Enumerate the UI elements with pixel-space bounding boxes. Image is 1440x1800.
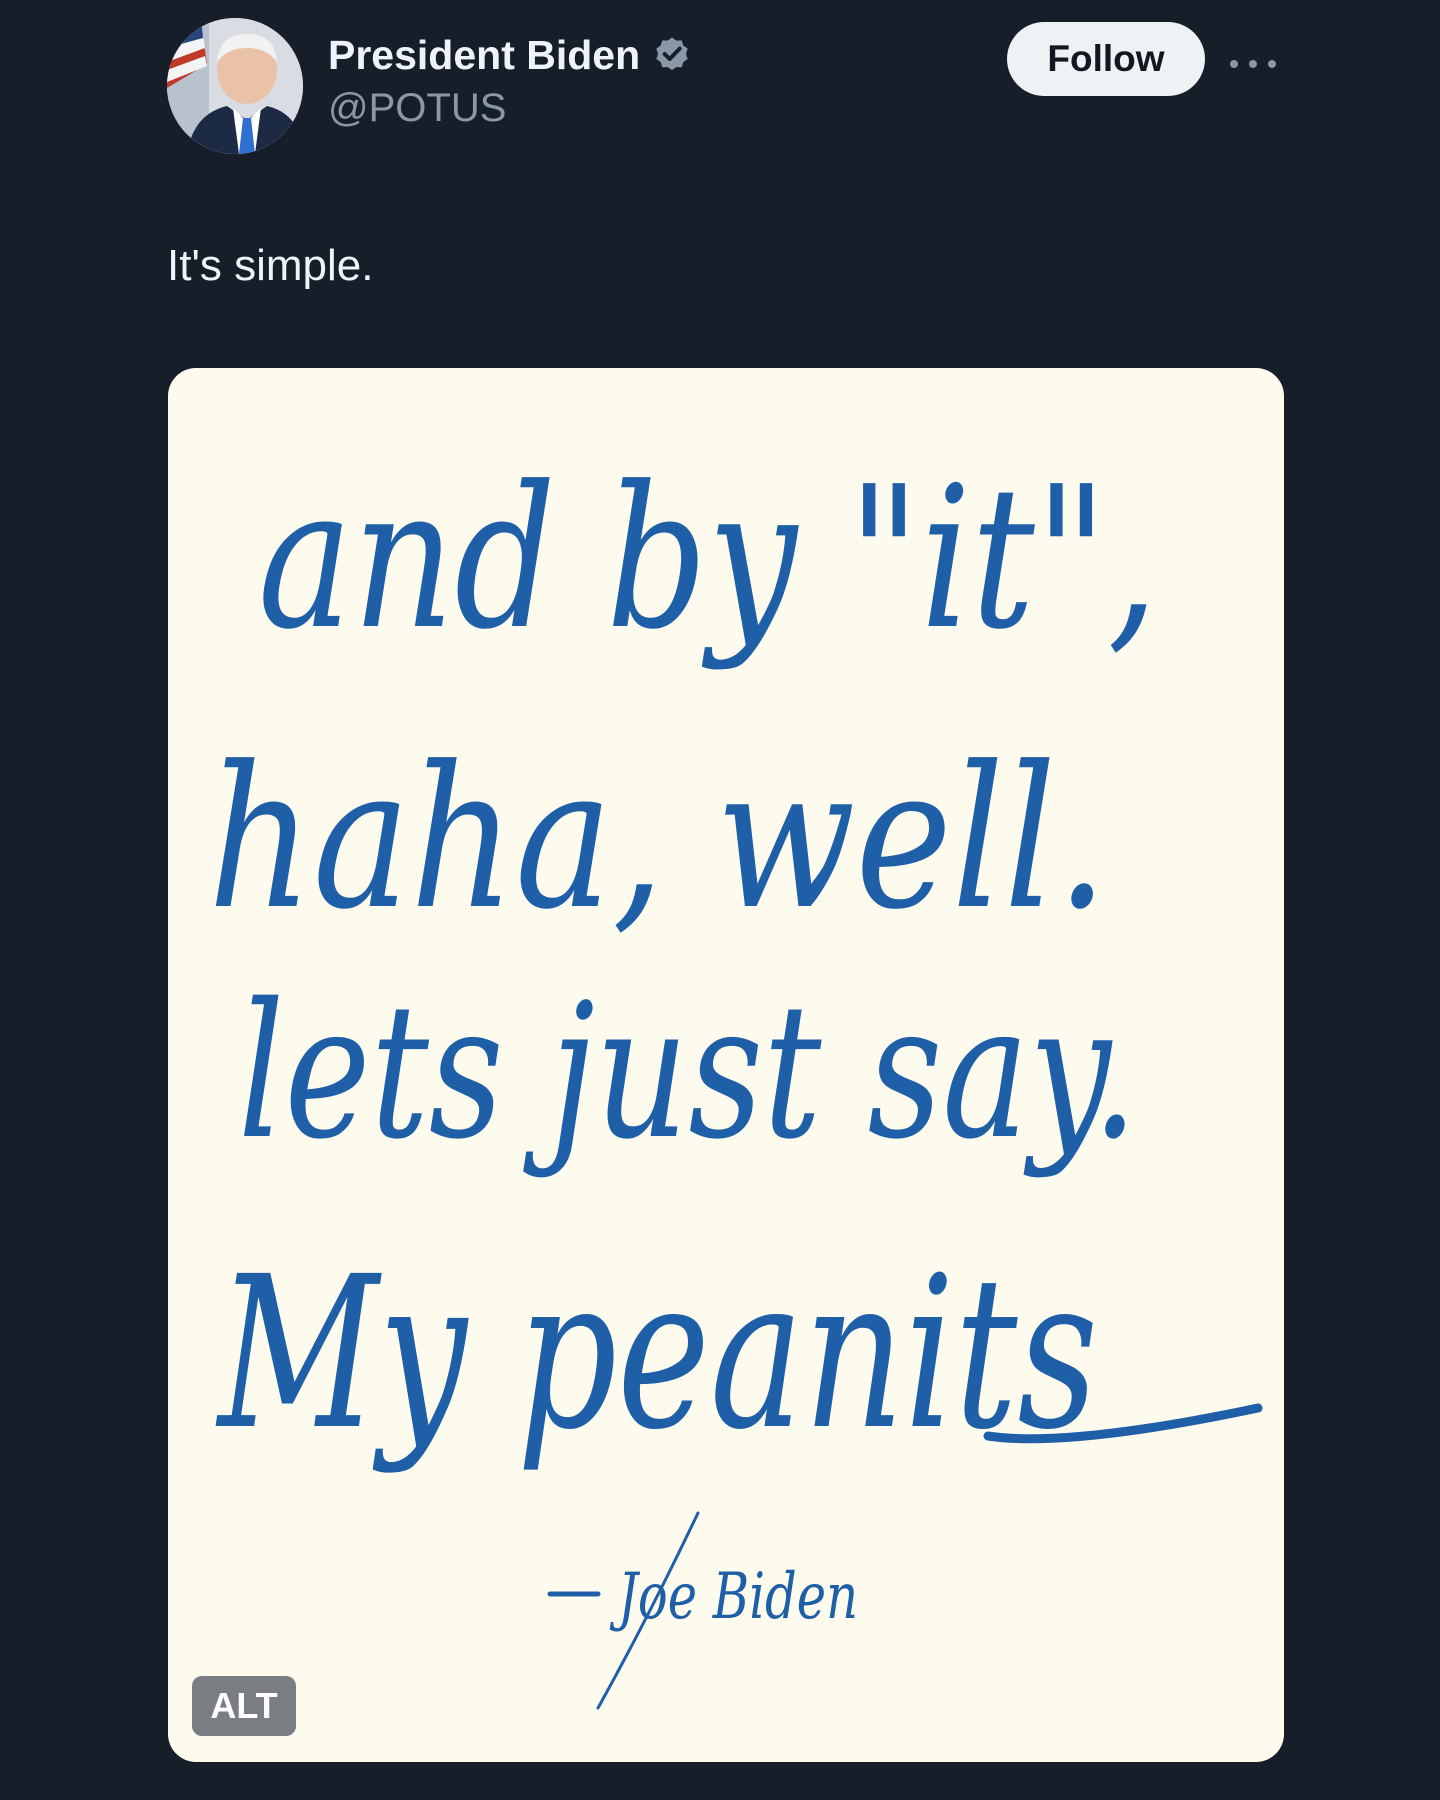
author-block: President Biden @POTUS: [328, 30, 692, 134]
more-icon[interactable]: [1230, 52, 1276, 76]
display-name-text[interactable]: President Biden: [328, 30, 640, 80]
more-dot: [1268, 60, 1276, 68]
tweet-media[interactable]: and by "it", haha, well. lets just say. …: [168, 368, 1284, 1762]
more-dot: [1230, 60, 1238, 68]
avatar[interactable]: [167, 18, 303, 154]
signature-text: Joe Biden: [609, 1560, 858, 1634]
tweet-text: It's simple.: [167, 241, 374, 290]
author-handle[interactable]: @POTUS: [328, 82, 692, 134]
tweet-page: President Biden @POTUS Follow It's simpl…: [0, 0, 1440, 1800]
note-line-1: and by "it",: [258, 445, 1158, 673]
display-name[interactable]: President Biden: [328, 30, 692, 80]
avatar-portrait: [167, 18, 303, 154]
tweet-header: President Biden @POTUS Follow: [167, 18, 1276, 158]
more-dot: [1249, 60, 1257, 68]
alt-badge[interactable]: ALT: [192, 1676, 296, 1736]
note-line-4: My peanits: [215, 1231, 1098, 1476]
note-line-3: lets just say.: [238, 963, 1138, 1180]
signature: Joe Biden: [547, 1511, 858, 1710]
follow-button[interactable]: Follow: [1007, 22, 1205, 96]
verified-badge-icon: [656, 37, 688, 71]
note-line-2: haha, well.: [208, 725, 1108, 953]
handwritten-note: and by "it", haha, well. lets just say. …: [208, 445, 1263, 1710]
